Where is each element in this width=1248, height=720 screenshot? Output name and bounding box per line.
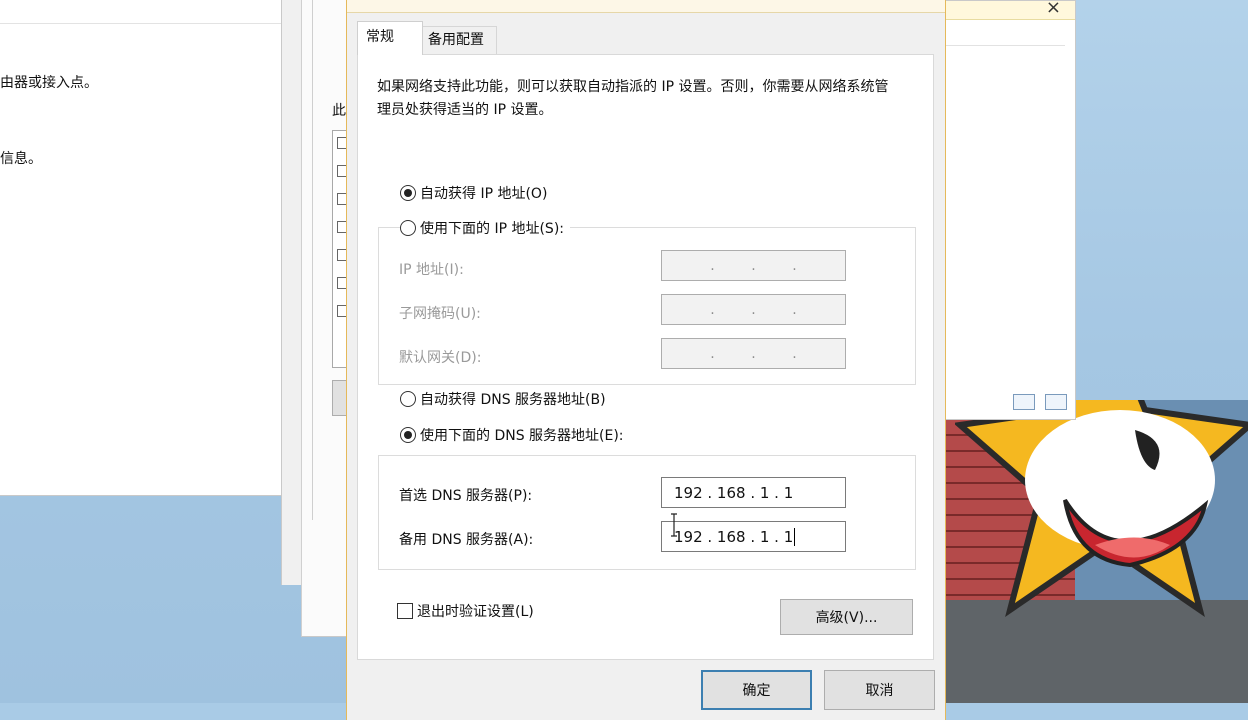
background-label: 此: [332, 103, 346, 119]
ip-address-label: IP 地址(I):: [399, 262, 464, 278]
radio-label: 自动获得 DNS 服务器地址(B): [420, 392, 606, 408]
background-text-2: 信息。: [0, 151, 42, 167]
default-gateway-label: 默认网关(D):: [399, 350, 482, 366]
radio-label: 使用下面的 DNS 服务器地址(E):: [420, 428, 624, 444]
checkbox-label: 退出时验证设置(L): [417, 604, 534, 620]
checkbox[interactable]: [397, 603, 413, 619]
subnet-mask-label: 子网掩码(U):: [399, 306, 481, 322]
tab-panel-general: 如果网络支持此功能，则可以获取自动指派的 IP 设置。否则，你需要从网络系统管理…: [357, 54, 934, 660]
advanced-button[interactable]: 高级(V)...: [780, 599, 913, 635]
wallpaper-cartoon: [945, 400, 1248, 703]
subnet-mask-field[interactable]: ...: [661, 294, 846, 325]
manual-ip-group: IP 地址(I): ... 子网掩码(U): ... 默认网关(D): ...: [378, 227, 916, 385]
divider: [945, 45, 1065, 46]
preferred-dns-value: 192 . 168 . 1 . 1: [674, 483, 794, 502]
preferred-dns-label: 首选 DNS 服务器(P):: [399, 488, 533, 504]
preferred-dns-field[interactable]: 192 . 168 . 1 . 1: [661, 477, 846, 508]
cartoon-star-character: [955, 400, 1248, 618]
tab-alternate-configuration[interactable]: 备用配置: [419, 26, 497, 54]
tab-general[interactable]: 常规: [357, 21, 423, 55]
background-window-left: 由器或接入点。 信息。: [0, 0, 282, 496]
radio-button-checked[interactable]: [400, 427, 416, 443]
validate-settings-checkbox[interactable]: 退出时验证设置(L): [397, 601, 534, 621]
radio-auto-dns[interactable]: 自动获得 DNS 服务器地址(B): [400, 389, 606, 409]
radio-button[interactable]: [400, 391, 416, 407]
alternate-dns-value: 192 . 168 . 1 . 1: [674, 527, 794, 546]
background-text-1: 由器或接入点。: [0, 75, 98, 91]
manual-dns-group: 首选 DNS 服务器(P): 192 . 168 . 1 . 1 备用 DNS …: [378, 455, 916, 570]
dialog-title-bar: [347, 0, 945, 13]
radio-label: 使用下面的 IP 地址(S):: [420, 221, 564, 237]
details-view-icon[interactable]: [1013, 394, 1035, 410]
radio-label: 自动获得 IP 地址(O): [420, 186, 548, 202]
alternate-dns-field[interactable]: 192 . 168 . 1 . 1: [661, 521, 846, 552]
default-gateway-field[interactable]: ...: [661, 338, 846, 369]
text-cursor-icon: [671, 513, 677, 537]
radio-manual-ip[interactable]: 使用下面的 IP 地址(S):: [400, 218, 570, 238]
alternate-dns-label: 备用 DNS 服务器(A):: [399, 532, 534, 548]
divider: [0, 23, 281, 24]
radio-manual-dns[interactable]: 使用下面的 DNS 服务器地址(E):: [400, 425, 630, 445]
radio-auto-ip[interactable]: 自动获得 IP 地址(O): [400, 183, 547, 203]
background-window-right: ×: [945, 0, 1076, 420]
radio-button[interactable]: [400, 220, 416, 236]
description-text: 如果网络支持此功能，则可以获取自动指派的 IP 设置。否则，你需要从网络系统管理…: [377, 79, 889, 118]
text-caret: [794, 527, 796, 546]
cancel-button[interactable]: 取消: [824, 670, 935, 710]
close-icon[interactable]: ×: [1046, 0, 1061, 18]
view-toggle: [1013, 394, 1067, 410]
ok-button[interactable]: 确定: [701, 670, 812, 710]
preview-view-icon[interactable]: [1045, 394, 1067, 410]
ip-address-field[interactable]: ...: [661, 250, 846, 281]
divider: [312, 0, 313, 520]
radio-button-checked[interactable]: [400, 185, 416, 201]
